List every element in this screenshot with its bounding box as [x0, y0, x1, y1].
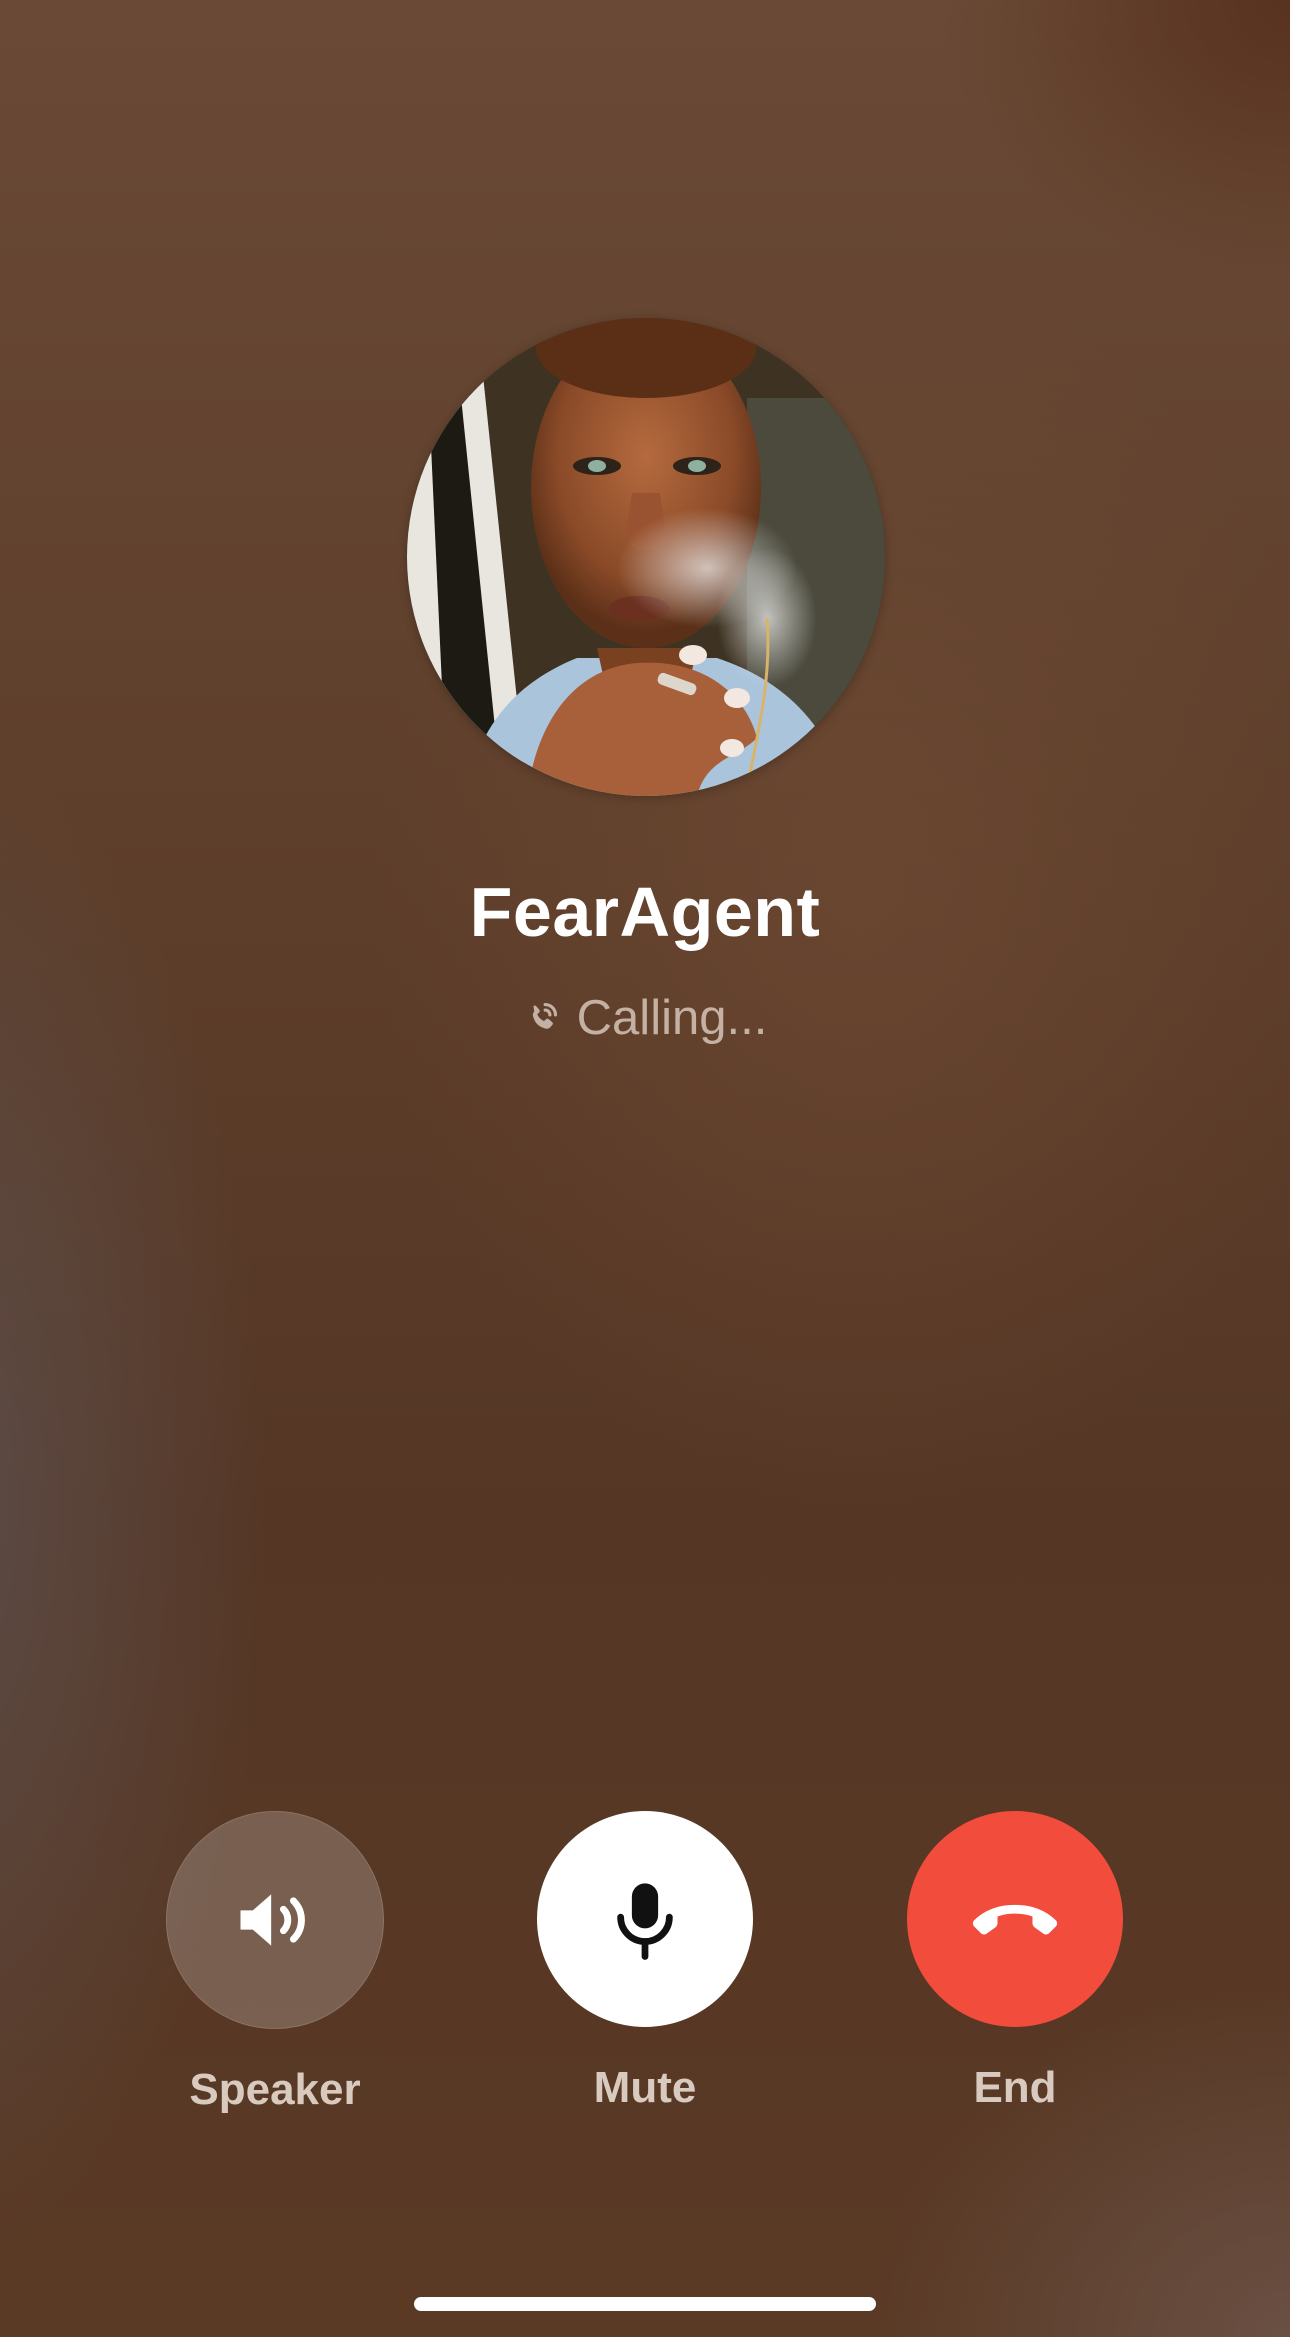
end-label: End [973, 2063, 1057, 2112]
speaker-button[interactable] [166, 1811, 384, 2029]
speaker-label: Speaker [189, 2065, 361, 2114]
speaker-icon [240, 1894, 305, 1946]
call-status-text: Calling... [576, 991, 768, 1045]
microphone-icon [617, 1883, 673, 1960]
speaker-control: Speaker [145, 1811, 405, 2115]
home-indicator[interactable] [414, 2297, 876, 2311]
end-call-button[interactable] [907, 1811, 1123, 2027]
mute-label: Mute [593, 2063, 697, 2112]
mute-button[interactable] [537, 1811, 753, 2027]
contact-name: FearAgent [469, 873, 821, 951]
end-control: End [885, 1811, 1145, 2113]
mute-control: Mute [515, 1811, 775, 2113]
call-controls: Speaker Mute End [0, 1811, 1290, 2131]
phone-outgoing-icon [532, 1002, 557, 1029]
phone-hangup-icon [972, 1904, 1058, 1935]
contact-avatar [407, 318, 885, 796]
call-status: Calling... [0, 990, 1290, 1046]
